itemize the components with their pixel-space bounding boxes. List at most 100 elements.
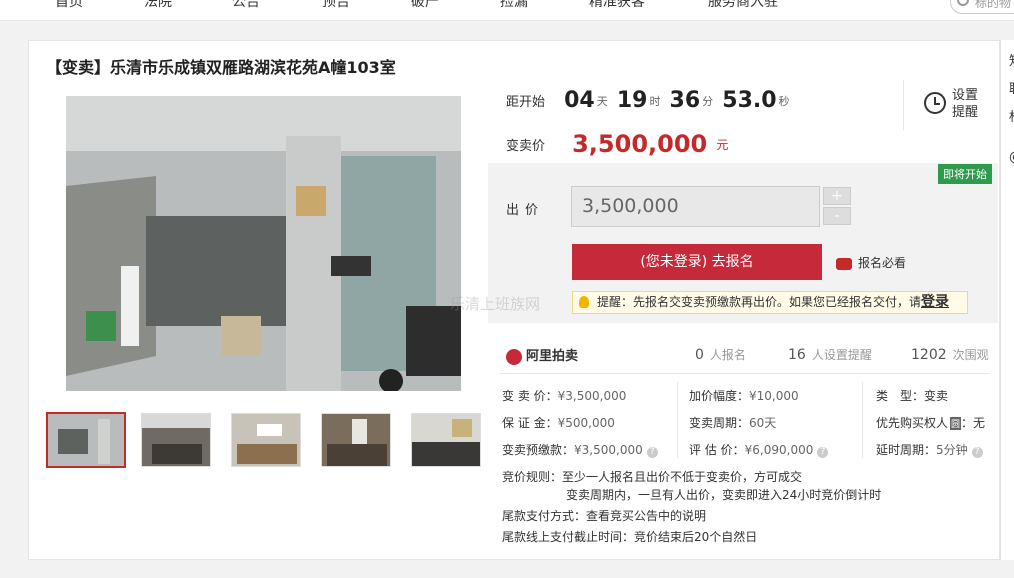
payment-deadline-label: 尾款线上支付截止时间： xyxy=(502,530,635,544)
bid-rule-line-2: 变卖周期内，一旦有人出价，变卖即进入24小时竞价倒计时 xyxy=(566,488,882,502)
info-priority-label: 优先购买权人 xyxy=(876,416,949,430)
lightbulb-icon xyxy=(579,296,589,308)
info-type-label: 类 型： xyxy=(876,389,925,403)
countdown-days: 04 xyxy=(564,88,595,113)
thumbnail-5[interactable] xyxy=(411,413,481,467)
thumbnail-2[interactable] xyxy=(141,413,211,467)
info-delay: 延时周期：5分钟? xyxy=(876,441,983,458)
signup-button[interactable]: (您未登录) 去报名 xyxy=(572,244,822,280)
bid-input[interactable]: 3,500,000 xyxy=(571,186,820,227)
alarm-clock-icon xyxy=(924,92,946,114)
right-sidebar-text-2: 联 xyxy=(1009,78,1014,97)
bid-increase-button[interactable]: + xyxy=(823,187,851,205)
info-priority-value: ：无 xyxy=(961,416,986,430)
stats-bar: 阿里拍卖 0 人报名 16 人设置提醒 1202 次围观 xyxy=(488,336,998,372)
search-placeholder: 标的物 xyxy=(975,0,1012,10)
column-divider xyxy=(677,382,678,458)
top-nav: 首页 法院 公告 预告 破产 捡漏 精准获客 服务商入驻 标的物 xyxy=(0,0,1014,21)
signup-count: 0 人报名 xyxy=(695,346,746,363)
info-sale-price-value: ¥3,500,000 xyxy=(557,389,627,403)
payment-method-label: 尾款支付方式： xyxy=(502,509,587,523)
nav-item-provider[interactable]: 服务商入驻 xyxy=(708,0,778,11)
info-deposit: 保 证 金：¥500,000 xyxy=(502,414,615,431)
nav-item-preview[interactable]: 预告 xyxy=(322,0,350,11)
must-read-link[interactable]: 报名必看 xyxy=(836,254,906,271)
tip-text: 提醒：先报名交变卖预缴款再出价。如果您已经报名交付，请 xyxy=(597,295,922,309)
right-sidebar-text-3: 标 xyxy=(1009,106,1014,125)
info-increment-value: ¥10,000 xyxy=(749,389,799,403)
help-icon[interactable]: ? xyxy=(971,447,983,458)
search-input[interactable]: 标的物 xyxy=(950,0,1014,14)
info-deposit-value: ¥500,000 xyxy=(557,416,615,430)
reminder-count-label: 人设置提醒 xyxy=(811,348,872,362)
info-appraisal-label: 评 估 价： xyxy=(689,443,745,457)
bid-rule-line-1: 至少一人报名且出价不低于变卖价，方可成交 xyxy=(562,470,803,484)
info-increment-label: 加价幅度： xyxy=(689,389,750,403)
info-sale-price: 变 卖 价：¥3,500,000 xyxy=(502,387,626,404)
info-appraisal: 评 估 价：¥6,090,000? xyxy=(689,441,829,458)
main-photo[interactable] xyxy=(46,96,486,391)
info-prepay: 变卖预缴款：¥3,500,000? xyxy=(502,441,658,458)
help-icon[interactable]: ? xyxy=(817,447,829,458)
reminder-count: 16 人设置提醒 xyxy=(788,346,872,363)
watermark: 乐清上班族网 xyxy=(450,295,541,313)
platform-logo: 阿里拍卖 xyxy=(506,345,578,365)
info-priority-icon: 圆 xyxy=(950,417,962,430)
right-sidebar-text-4: @ xyxy=(1009,150,1014,165)
set-reminder-button[interactable]: 设置提醒 xyxy=(903,80,991,130)
nav-item-court[interactable]: 法院 xyxy=(144,0,172,11)
countdown-days-unit: 天 xyxy=(596,94,608,108)
login-link[interactable]: 登录 xyxy=(921,294,949,310)
countdown-label: 距开始 xyxy=(506,95,546,110)
info-deposit-label: 保 证 金： xyxy=(502,416,558,430)
payment-method: 尾款支付方式：查看竞买公告中的说明 xyxy=(502,507,706,524)
view-count: 1202 次围观 xyxy=(911,346,989,363)
info-sale-price-label: 变 卖 价： xyxy=(502,389,558,403)
countdown-minutes-unit: 分 xyxy=(702,94,714,108)
info-increment: 加价幅度：¥10,000 xyxy=(689,387,799,404)
info-prepay-label: 变卖预缴款： xyxy=(502,443,575,457)
column-divider xyxy=(862,382,863,458)
nav-item-notice[interactable]: 公告 xyxy=(232,0,260,11)
nav-item-precise[interactable]: 精准获客 xyxy=(589,0,645,11)
thumbnail-4[interactable] xyxy=(321,413,391,467)
divider xyxy=(500,373,990,374)
payment-deadline-value: 竞价结束后20个自然日 xyxy=(634,530,758,544)
info-period-value: 60天 xyxy=(749,416,777,430)
info-type: 类 型：变卖 xyxy=(876,387,948,404)
info-appraisal-value: ¥6,090,000 xyxy=(744,443,814,457)
platform-name: 阿里拍卖 xyxy=(526,349,579,364)
nav-item-home[interactable]: 首页 xyxy=(55,0,83,11)
bid-decrease-button[interactable]: - xyxy=(823,207,851,225)
info-type-value: 变卖 xyxy=(924,389,949,403)
countdown-hours-unit: 时 xyxy=(649,94,661,108)
sale-price-unit: 元 xyxy=(716,137,729,152)
nav-item-bankruptcy[interactable]: 破产 xyxy=(411,0,439,11)
countdown-seconds: 53.0 xyxy=(722,88,777,113)
sale-price-label: 变卖价 xyxy=(506,138,546,154)
signup-count-label: 人报名 xyxy=(709,348,746,362)
countdown-hours: 19 xyxy=(616,88,648,113)
page-title: 【变卖】乐清市乐成镇双雁路湖滨花苑A幢103室 xyxy=(46,58,396,77)
view-count-value: 1202 xyxy=(911,347,947,363)
must-read-label: 报名必看 xyxy=(858,256,907,270)
info-prepay-value: ¥3,500,000 xyxy=(574,443,643,457)
bid-rule-label: 竞价规则： xyxy=(502,470,563,484)
info-delay-value: 5分钟 xyxy=(936,443,968,457)
info-delay-label: 延时周期： xyxy=(876,443,937,457)
info-period: 变卖周期：60天 xyxy=(689,414,776,431)
reminder-count-value: 16 xyxy=(788,347,806,363)
view-count-label: 次围观 xyxy=(952,348,989,362)
thumbnail-3[interactable] xyxy=(231,413,301,467)
right-sidebar: 知 联 标 @ xyxy=(1000,40,1014,560)
nav-item-bargain[interactable]: 捡漏 xyxy=(500,0,528,11)
help-icon[interactable]: ? xyxy=(646,447,658,458)
thumbnail-1[interactable] xyxy=(46,412,126,468)
ali-auction-icon xyxy=(506,348,522,365)
payment-method-value: 查看竞买公告中的说明 xyxy=(586,509,707,523)
signup-count-value: 0 xyxy=(695,347,704,363)
coins-icon xyxy=(836,257,852,270)
payment-deadline: 尾款线上支付截止时间：竞价结束后20个自然日 xyxy=(502,528,757,545)
search-icon xyxy=(957,0,969,6)
login-tip: 提醒：先报名交变卖预缴款再出价。如果您已经报名交付，请登录 xyxy=(572,291,968,314)
